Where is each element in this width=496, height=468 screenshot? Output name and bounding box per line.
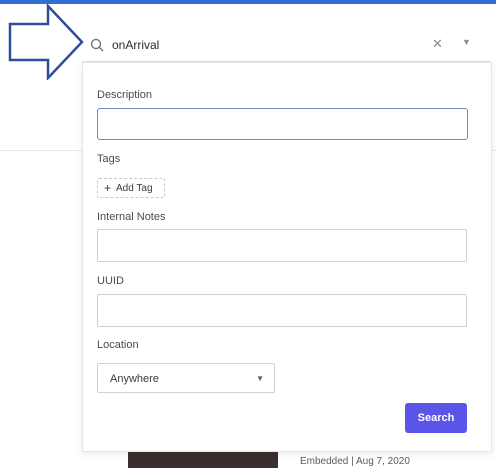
- tags-label: Tags: [97, 153, 121, 165]
- search-input[interactable]: [112, 36, 442, 54]
- description-label: Description: [97, 89, 153, 101]
- description-field[interactable]: [97, 108, 468, 140]
- annotation-arrow-icon: [8, 4, 84, 80]
- chevron-down-icon: ▼: [256, 374, 264, 383]
- background-item-meta: Embedded | Aug 7, 2020: [300, 456, 410, 467]
- uuid-label: UUID: [97, 275, 124, 287]
- location-select[interactable]: Anywhere ▼: [97, 363, 275, 393]
- uuid-field[interactable]: [97, 294, 467, 327]
- add-tag-button[interactable]: + Add Tag: [97, 178, 165, 198]
- clear-search-icon[interactable]: ✕: [432, 36, 443, 52]
- advanced-search-panel: Description Tags + Add Tag Internal Note…: [82, 62, 492, 452]
- search-button[interactable]: Search: [405, 403, 467, 433]
- location-select-value: Anywhere: [110, 373, 159, 385]
- add-tag-label: Add Tag: [116, 182, 153, 194]
- plus-icon: +: [104, 181, 112, 195]
- search-icon: [90, 38, 104, 52]
- filters-toggle-chevron-icon[interactable]: ▼: [462, 37, 471, 47]
- internal-notes-field[interactable]: [97, 229, 467, 262]
- internal-notes-label: Internal Notes: [97, 211, 166, 223]
- search-bar: ✕ ▼: [82, 30, 490, 62]
- location-label: Location: [97, 339, 139, 351]
